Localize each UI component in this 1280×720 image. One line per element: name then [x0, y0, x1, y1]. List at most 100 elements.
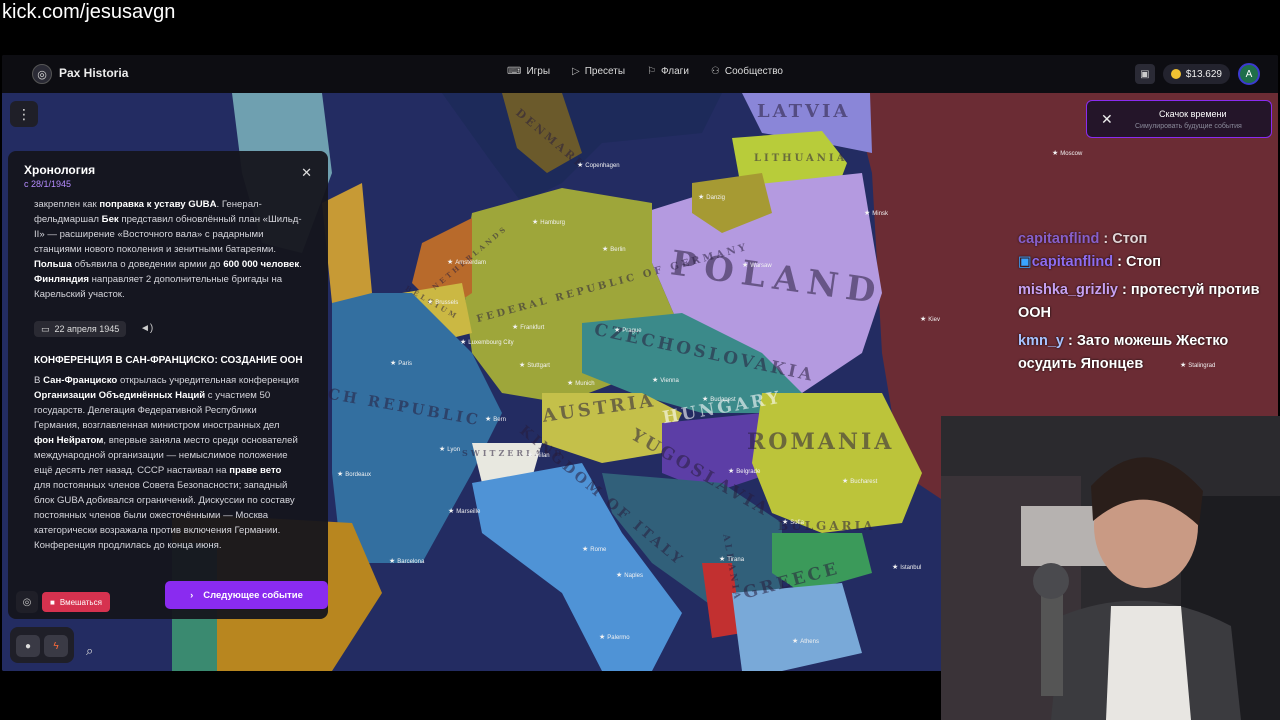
text-bold: Польша	[34, 259, 72, 270]
text-bold: Финляндия	[34, 274, 89, 285]
webcam-image	[941, 416, 1280, 720]
text-segment: закреплен как	[34, 199, 100, 210]
city-bern[interactable]: Bern	[485, 415, 506, 423]
search-icon[interactable]: ⌕	[86, 643, 93, 659]
text-bold: фон Нейратом	[34, 435, 104, 446]
city-bucharest[interactable]: Bucharest	[842, 477, 877, 485]
city-prague[interactable]: Prague	[614, 326, 641, 334]
intervene-button[interactable]: ■ Вмешаться	[42, 592, 110, 612]
intervene-label: Вмешаться	[59, 597, 102, 607]
city-vienna[interactable]: Vienna	[652, 376, 679, 384]
event-body: В Сан-Франциско открылась учредительная …	[34, 373, 300, 553]
city-warsaw[interactable]: Warsaw	[742, 261, 771, 269]
chat-message: ▣capitanflind : Стоп	[1018, 254, 1161, 270]
app-title[interactable]: Pax Historia	[59, 66, 128, 80]
city-istanbul[interactable]: Istanbul	[892, 563, 921, 571]
time-skip-widget[interactable]: ✕ Скачок времени Симулировать будущие со…	[1086, 100, 1272, 138]
top-bar: ◎ Pax Historia ⌨ Игры ▷ Пресеты ⚐ Флаги ⚇ Со…	[2, 55, 1278, 93]
city-marseille[interactable]: Marseille	[448, 507, 480, 515]
play-icon: ▷	[572, 66, 580, 77]
kick-badge-icon: ▣	[1018, 254, 1032, 270]
city-hamburg[interactable]: Hamburg	[532, 218, 565, 226]
nav-games[interactable]: ⌨ Игры	[507, 66, 550, 77]
city-milan[interactable]: Milan	[527, 451, 549, 459]
city-moscow[interactable]: Moscow	[1052, 149, 1082, 157]
gamepad-icon: ⌨	[507, 66, 522, 77]
chat-message: capitanflind : Стоп	[1018, 231, 1148, 247]
next-event-label: Следующее событие	[203, 589, 303, 601]
city-stuttgart[interactable]: Stuttgart	[519, 361, 550, 369]
city-tirana[interactable]: Tirana	[719, 555, 744, 563]
chat-message: kmn_y : Зато можешь Жестко осудить Японц…	[1018, 333, 1229, 372]
action-button[interactable]: ϟ	[44, 635, 68, 657]
balance-value: $13.629	[1185, 68, 1222, 80]
text-bold: Организации Объединённых Наций	[34, 390, 206, 401]
top-bar-right: ▣ $13.629 A	[1134, 63, 1260, 85]
nav-presets-label: Пресеты	[584, 66, 626, 77]
text-segment: открылась учредительная конференция	[117, 375, 300, 386]
calendar-icon: ▭	[41, 323, 50, 334]
city-munich[interactable]: Munich	[567, 379, 594, 387]
city-paris[interactable]: Paris	[390, 359, 412, 367]
chat-button[interactable]: ●	[16, 635, 40, 657]
settings-button[interactable]: ◎	[16, 591, 38, 613]
stream-url: kick.com/jesusavgn	[2, 1, 176, 23]
nav-flags[interactable]: ⚐ Флаги	[647, 66, 689, 77]
avatar[interactable]: A	[1238, 63, 1260, 85]
city-frankfurt[interactable]: Frankfurt	[512, 323, 544, 331]
city-minsk[interactable]: Minsk	[864, 209, 888, 217]
city-kiev[interactable]: Kiev	[920, 315, 940, 323]
nav-flags-label: Флаги	[661, 66, 689, 77]
text-bold: Бек	[101, 214, 119, 225]
panel-title: Хронология	[24, 163, 96, 177]
city-athens[interactable]: Athens	[792, 637, 819, 645]
previous-event-text: закреплен как поправка к уставу GUBA. Ге…	[34, 197, 306, 302]
city-palermo[interactable]: Palermo	[599, 633, 629, 641]
city-lyon[interactable]: Lyon	[439, 445, 460, 453]
city-luxembourg[interactable]: Luxembourg City	[460, 338, 513, 346]
nav-games-label: Игры	[526, 66, 551, 77]
text-segment: В	[34, 375, 44, 386]
chat-bubble-icon: ●	[24, 640, 32, 652]
chat-text: Стоп	[1112, 231, 1148, 247]
city-berlin[interactable]: Berlin	[602, 245, 625, 253]
event-date-chip: ▭ 22 апреля 1945	[34, 321, 127, 337]
next-event-button[interactable]: › Следующее событие	[165, 581, 328, 609]
close-icon[interactable]: ✕	[1101, 111, 1113, 128]
city-sofia[interactable]: Sofia	[782, 518, 804, 526]
label-lithuania: LITHUANIA	[754, 153, 848, 164]
chat-message: mishka_grizliy : протестуй против ООН	[1018, 282, 1260, 321]
main-nav: ⌨ Игры ▷ Пресеты ⚐ Флаги ⚇ Сообщество	[507, 66, 783, 77]
chat-username: mishka_grizliy	[1018, 282, 1118, 298]
text-segment: .	[299, 259, 302, 270]
city-copenhagen[interactable]: Copenhagen	[577, 161, 619, 169]
text-segment: объявила о доведении армии до	[71, 259, 224, 270]
coin-icon	[1170, 69, 1181, 79]
city-rome[interactable]: Rome	[582, 545, 606, 553]
city-bordeaux[interactable]: Bordeaux	[337, 470, 371, 478]
city-brussels[interactable]: Brussels	[427, 298, 458, 306]
webcam-feed	[941, 416, 1280, 720]
bolt-icon: ϟ	[53, 640, 59, 652]
city-budapest[interactable]: Budapest	[702, 395, 735, 403]
chat-username: kmn_y	[1018, 333, 1064, 349]
nav-presets[interactable]: ▷ Пресеты	[572, 66, 625, 77]
speaker-icon[interactable]: ◄)	[140, 323, 153, 334]
globe-logo-icon[interactable]: ◎	[32, 64, 52, 84]
gift-icon[interactable]: ▣	[1134, 64, 1155, 84]
city-danzig[interactable]: Danzig	[698, 193, 725, 201]
city-naples[interactable]: Naples	[616, 571, 643, 579]
text-segment: для постоянных членов Совета Безопасност…	[34, 480, 295, 551]
balance-pill[interactable]: $13.629	[1162, 64, 1230, 84]
city-belgrade[interactable]: Belgrade	[728, 467, 760, 475]
close-icon[interactable]: ✕	[301, 165, 312, 181]
more-menu-button[interactable]: ⋮	[10, 101, 38, 127]
stop-icon: ■	[50, 597, 55, 607]
city-barcelona[interactable]: Barcelona	[389, 557, 424, 565]
gear-icon: ◎	[22, 596, 32, 608]
nav-community[interactable]: ⚇ Сообщество	[711, 66, 783, 77]
text-bold: праве вето	[229, 465, 282, 476]
label-romania: ROMANIA	[747, 429, 895, 455]
text-bold: 600 000 человек	[223, 259, 300, 270]
city-amsterdam[interactable]: Amsterdam	[447, 258, 486, 266]
